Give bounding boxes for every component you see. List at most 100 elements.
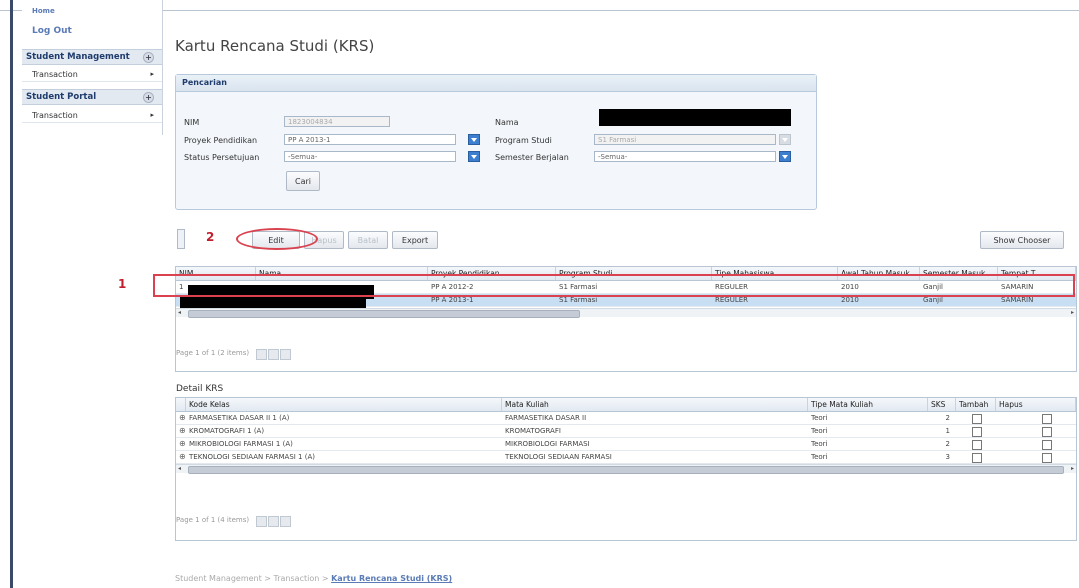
sidebar-item-label: Transaction bbox=[32, 70, 78, 79]
sidebar-section-student-portal[interactable]: Student Portal + bbox=[22, 89, 162, 105]
breadcrumb-current[interactable]: Kartu Rencana Studi (KRS) bbox=[331, 574, 452, 583]
table-row[interactable]: ⊕ KROMATOGRAFI 1 (A) KROMATOGRAFI Teori … bbox=[176, 425, 1076, 438]
proyek-label: Proyek Pendidikan bbox=[184, 136, 258, 145]
cell-mata-kuliah: TEKNOLOGI SEDIAAN FARMASI bbox=[505, 453, 612, 461]
program-select[interactable]: S1 Farmasi bbox=[594, 134, 776, 145]
semester-select[interactable]: -Semua- bbox=[594, 151, 776, 162]
cari-button[interactable]: Cari bbox=[286, 171, 320, 191]
hapus-checkbox[interactable] bbox=[1042, 440, 1052, 450]
batal-button[interactable]: Batal bbox=[348, 231, 388, 249]
sidebar-item-transaction[interactable]: Transaction ▸ bbox=[22, 68, 162, 82]
cell-kode: FARMASETIKA DASAR II 1 (A) bbox=[189, 414, 290, 422]
annotation-number-2: 2 bbox=[206, 230, 215, 244]
dropdown-arrow-icon[interactable] bbox=[779, 134, 791, 145]
sidebar-section-label: Student Portal bbox=[26, 92, 97, 102]
scroll-left-icon[interactable]: ◂ bbox=[178, 309, 181, 317]
krs-grid-pager: Page 1 of 1 (2 items) bbox=[176, 349, 250, 357]
tambah-checkbox[interactable] bbox=[972, 453, 982, 463]
page-number-icon[interactable] bbox=[268, 349, 279, 360]
cell-tipe-mk: Teori bbox=[811, 440, 828, 448]
nim-field[interactable]: 1823004834 bbox=[284, 116, 390, 127]
cell-sks: 2 bbox=[945, 414, 950, 422]
expand-icon[interactable]: ⊕ bbox=[179, 452, 186, 461]
sidebar-section-student-management[interactable]: Student Management + bbox=[22, 49, 162, 65]
expand-icon[interactable]: ⊕ bbox=[179, 413, 186, 422]
expand-icon[interactable]: ⊕ bbox=[179, 439, 186, 448]
cell-tipe-mk: Teori bbox=[811, 427, 828, 435]
dropdown-arrow-icon[interactable] bbox=[468, 151, 480, 162]
hapus-checkbox[interactable] bbox=[1042, 414, 1052, 424]
hapus-checkbox[interactable] bbox=[1042, 453, 1052, 463]
horizontal-scrollbar[interactable]: ◂ ▸ bbox=[176, 308, 1076, 318]
sidebar-home-link[interactable]: Home bbox=[32, 7, 55, 15]
arrow-right-icon: ▸ bbox=[150, 111, 154, 119]
table-row[interactable]: ⊕ FARMASETIKA DASAR II 1 (A) FARMASETIKA… bbox=[176, 412, 1076, 425]
detail-grid-pager: Page 1 of 1 (4 items) bbox=[176, 516, 250, 524]
tambah-checkbox[interactable] bbox=[972, 427, 982, 437]
status-label: Status Persetujuan bbox=[184, 153, 260, 162]
detail-krs-title: Detail KRS bbox=[176, 384, 224, 394]
col-header-hapus[interactable]: Hapus bbox=[996, 398, 1076, 411]
scroll-left-icon[interactable]: ◂ bbox=[178, 465, 181, 473]
search-panel: Pencarian NIM 1823004834 Proyek Pendidik… bbox=[175, 74, 817, 210]
program-label: Program Studi bbox=[495, 136, 552, 145]
tambah-checkbox[interactable] bbox=[972, 414, 982, 424]
prev-page-icon[interactable] bbox=[256, 516, 267, 527]
search-panel-header: Pencarian bbox=[176, 75, 816, 92]
cell-tipe-mk: Teori bbox=[811, 453, 828, 461]
scrollbar-thumb[interactable] bbox=[188, 310, 580, 318]
horizontal-scrollbar[interactable]: ◂ ▸ bbox=[176, 464, 1076, 474]
sidebar-item-transaction-portal[interactable]: Transaction ▸ bbox=[22, 109, 162, 123]
breadcrumb-student-management[interactable]: Student Management bbox=[175, 574, 262, 583]
table-row[interactable]: ⊕ TEKNOLOGI SEDIAAN FARMASI 1 (A) TEKNOL… bbox=[176, 451, 1076, 464]
col-header-expand bbox=[176, 398, 186, 411]
annotation-ellipse bbox=[236, 228, 318, 250]
status-select[interactable]: -Semua- bbox=[284, 151, 456, 162]
sidebar-divider bbox=[162, 0, 163, 135]
detail-krs-grid: Kode Kelas Mata Kuliah Tipe Mata Kuliah … bbox=[175, 397, 1077, 541]
next-page-icon[interactable] bbox=[280, 349, 291, 360]
nama-label: Nama bbox=[495, 118, 519, 127]
proyek-select[interactable]: PP A 2013-1 bbox=[284, 134, 456, 145]
cell-mata-kuliah: FARMASETIKA DASAR II bbox=[505, 414, 587, 422]
page-number-icon[interactable] bbox=[268, 516, 279, 527]
table-row[interactable]: ⊕ MIKROBIOLOGI FARMASI 1 (A) MIKROBIOLOG… bbox=[176, 438, 1076, 451]
scroll-right-icon[interactable]: ▸ bbox=[1071, 465, 1074, 473]
sidebar-logout-link[interactable]: Log Out bbox=[32, 26, 72, 36]
breadcrumb-separator: > bbox=[264, 574, 271, 583]
semester-label: Semester Berjalan bbox=[495, 153, 569, 162]
expand-icon[interactable]: + bbox=[143, 52, 154, 63]
cell-kode: MIKROBIOLOGI FARMASI 1 (A) bbox=[189, 440, 293, 448]
expand-icon[interactable]: + bbox=[143, 92, 154, 103]
scroll-right-icon[interactable]: ▸ bbox=[1071, 309, 1074, 317]
toolbar-edge bbox=[177, 229, 185, 249]
arrow-right-icon: ▸ bbox=[150, 70, 154, 78]
annotation-number-1: 1 bbox=[118, 277, 127, 291]
prev-page-icon[interactable] bbox=[256, 349, 267, 360]
dropdown-arrow-icon[interactable] bbox=[468, 134, 480, 145]
breadcrumb: Student Management > Transaction > Kartu… bbox=[175, 574, 452, 583]
search-panel-title: Pencarian bbox=[182, 78, 227, 87]
cell-sks: 3 bbox=[945, 453, 950, 461]
left-frame-edge bbox=[10, 0, 13, 588]
col-header-mata-kuliah[interactable]: Mata Kuliah bbox=[502, 398, 808, 411]
breadcrumb-transaction[interactable]: Transaction bbox=[274, 574, 320, 583]
annotation-rectangle bbox=[153, 274, 1075, 297]
show-chooser-button[interactable]: Show Chooser bbox=[980, 231, 1064, 249]
col-header-kode[interactable]: Kode Kelas bbox=[186, 398, 502, 411]
col-header-tambah[interactable]: Tambah bbox=[956, 398, 996, 411]
dropdown-arrow-icon[interactable] bbox=[779, 151, 791, 162]
detail-grid-header: Kode Kelas Mata Kuliah Tipe Mata Kuliah … bbox=[176, 398, 1076, 412]
hapus-checkbox[interactable] bbox=[1042, 427, 1052, 437]
nim-label: NIM bbox=[184, 118, 200, 127]
tambah-checkbox[interactable] bbox=[972, 440, 982, 450]
col-header-sks[interactable]: SKS bbox=[928, 398, 956, 411]
sidebar-item-label: Transaction bbox=[32, 111, 78, 120]
page-title: Kartu Rencana Studi (KRS) bbox=[175, 37, 375, 55]
col-header-tipe-mk[interactable]: Tipe Mata Kuliah bbox=[808, 398, 928, 411]
next-page-icon[interactable] bbox=[280, 516, 291, 527]
export-button[interactable]: Export bbox=[392, 231, 438, 249]
expand-icon[interactable]: ⊕ bbox=[179, 426, 186, 435]
scrollbar-thumb[interactable] bbox=[188, 466, 1064, 474]
sidebar-section-label: Student Management bbox=[26, 52, 130, 62]
